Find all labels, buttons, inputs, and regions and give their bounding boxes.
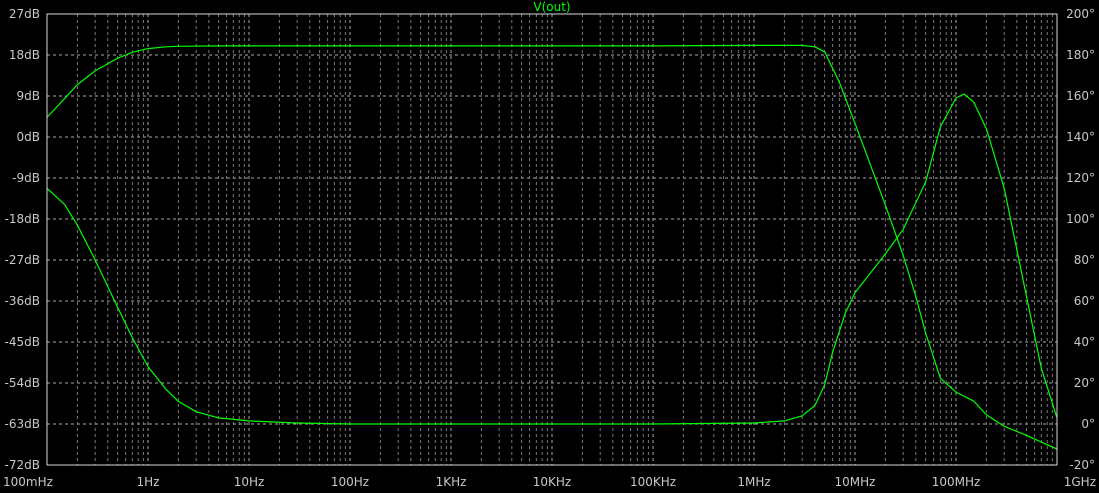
left-axis-tick-label: 9dB: [17, 89, 40, 103]
right-axis-tick-label: -20°: [1069, 458, 1095, 472]
x-tick-label: 10MHz: [835, 475, 876, 489]
right-axis-tick-label: 120°: [1066, 171, 1095, 185]
right-axis-tick-label: 40°: [1074, 335, 1095, 349]
right-axis-tick-label: 100°: [1066, 212, 1095, 226]
left-axis-tick-label: -72dB: [5, 458, 40, 472]
x-tick-label: 10Hz: [234, 475, 265, 489]
chart-title: V(out): [533, 0, 570, 14]
bode-plot: V(out) 27dB 18dB 9dB 0dB -9dB -18dB -27dB -36dB…: [0, 0, 1099, 493]
x-tick-label: 1GHz: [1064, 475, 1096, 489]
left-axis-tick-label: -36dB: [5, 294, 40, 308]
left-axis-tick-label: 27dB: [9, 7, 40, 21]
right-axis-tick-label: 160°: [1066, 89, 1095, 103]
right-axis-tick-label: 140°: [1066, 130, 1095, 144]
left-axis-tick-label: -54dB: [5, 376, 40, 390]
left-axis-tick-label: 0dB: [17, 130, 40, 144]
x-tick-label: 100MHz: [932, 475, 981, 489]
x-tick-label: 100Hz: [331, 475, 369, 489]
left-axis-tick-label: -9dB: [12, 171, 40, 185]
x-tick-label: 100mHz: [3, 475, 53, 489]
x-tick-label: 1KHz: [436, 475, 467, 489]
x-tick-label: 1MHz: [737, 475, 770, 489]
right-axis-tick-label: 200°: [1066, 7, 1095, 21]
x-tick-label: 10KHz: [533, 475, 571, 489]
x-tick-label: 100KHz: [630, 475, 676, 489]
right-axis-tick-label: 180°: [1066, 48, 1095, 62]
left-axis-tick-label: -27dB: [5, 253, 40, 267]
x-tick-label: 1Hz: [137, 475, 160, 489]
plot-background: [0, 0, 1099, 493]
left-axis-tick-label: 18dB: [9, 48, 40, 62]
right-axis-tick-label: 20°: [1074, 376, 1095, 390]
left-axis-tick-label: -18dB: [5, 212, 40, 226]
right-axis-tick-label: 60°: [1074, 294, 1095, 308]
right-axis-tick-label: 80°: [1074, 253, 1095, 267]
left-axis-tick-label: -63dB: [5, 417, 40, 431]
left-axis-tick-label: -45dB: [5, 335, 40, 349]
right-axis-tick-label: 0°: [1081, 417, 1095, 431]
